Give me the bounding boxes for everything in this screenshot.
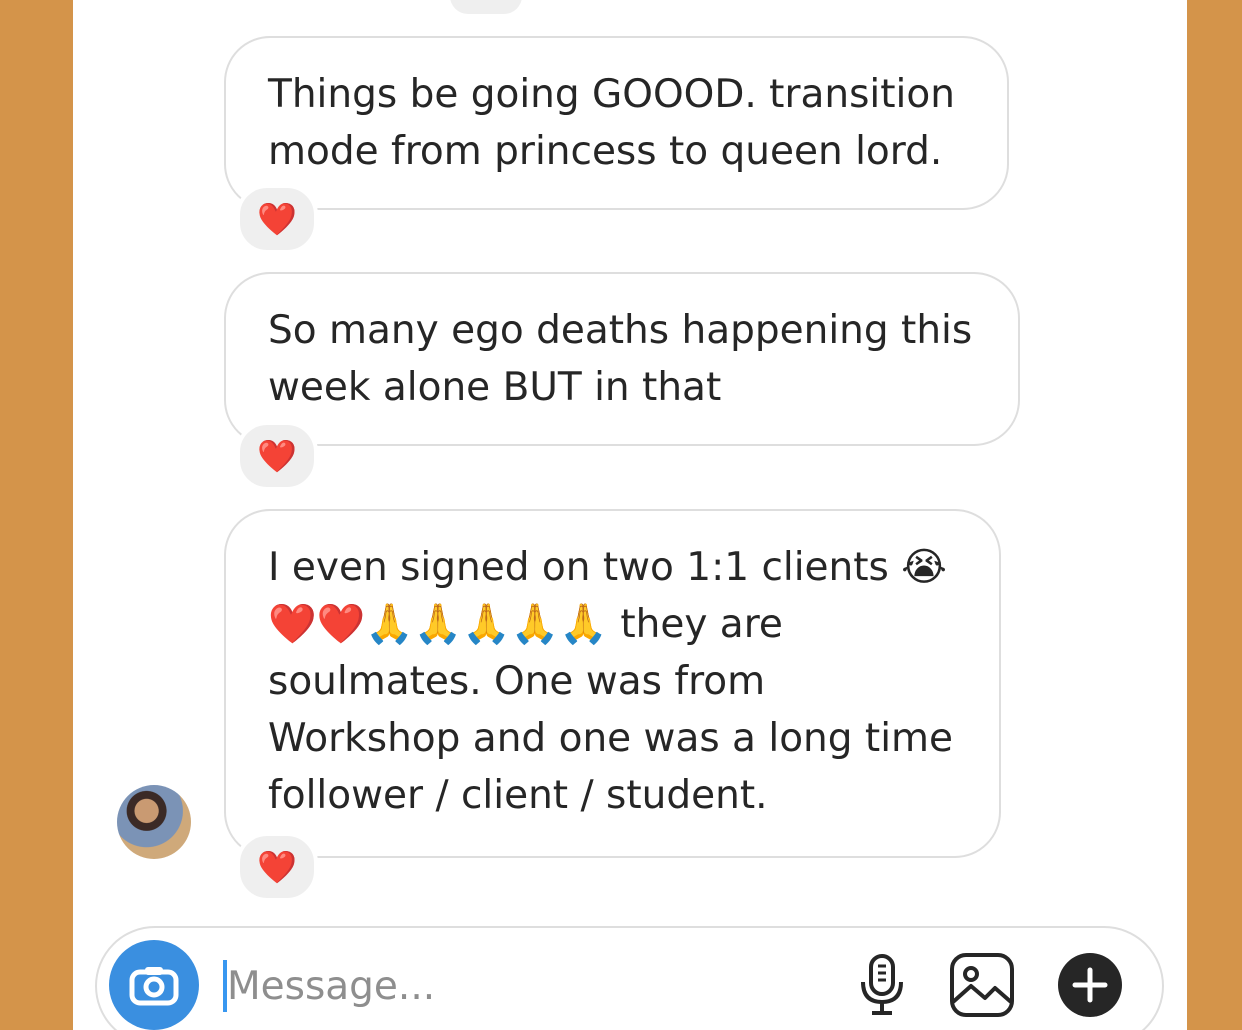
message-bubble[interactable]: So many ego deaths happening this week a… <box>224 272 1020 446</box>
chat-panel: Things be going GOOOD. transition mode f… <box>73 0 1187 1030</box>
microphone-icon <box>861 954 903 1015</box>
add-button[interactable] <box>1057 952 1123 1018</box>
camera-button[interactable] <box>109 940 199 1030</box>
message-bubble[interactable]: Things be going GOOOD. transition mode f… <box>224 36 1009 210</box>
previous-reaction-stub <box>450 0 522 14</box>
microphone-button[interactable] <box>849 952 915 1018</box>
gallery-button[interactable] <box>949 952 1015 1018</box>
heart-reaction[interactable]: ❤️ <box>236 184 318 254</box>
heart-reaction[interactable]: ❤️ <box>236 832 318 902</box>
message-input[interactable] <box>227 954 827 1018</box>
plus-icon <box>1058 953 1122 1017</box>
heart-reaction[interactable]: ❤️ <box>236 421 318 491</box>
message-composer <box>95 926 1164 1030</box>
camera-icon <box>129 967 179 1006</box>
gallery-icon <box>950 953 1014 1017</box>
avatar[interactable] <box>117 785 191 859</box>
message-bubble[interactable]: I even signed on two 1:1 clients 😭 ❤️❤️🙏… <box>224 509 1001 858</box>
